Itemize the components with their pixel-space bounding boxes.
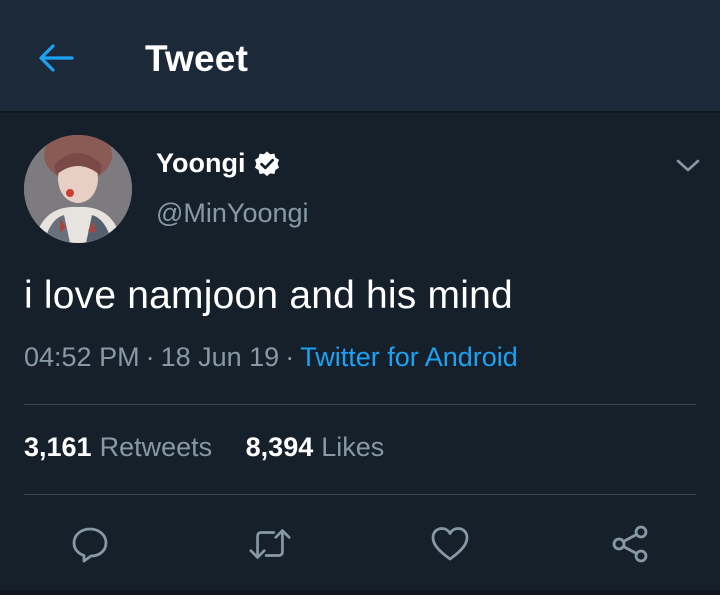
tweet-text: i love namjoon and his mind [24, 274, 513, 317]
like-button[interactable] [428, 522, 472, 566]
likes-stat[interactable]: 8,394 Likes [246, 432, 411, 462]
likes-count: 8,394 [245, 432, 314, 462]
divider [24, 404, 696, 405]
tweet-date: 18 Jun 19 [160, 342, 280, 372]
retweet-button[interactable] [248, 522, 292, 566]
reply-icon [72, 527, 108, 563]
tweet-detail-screen: Tweet Yoongi @MinYoongi i love namjoon a… [0, 0, 720, 595]
avatar[interactable] [24, 135, 132, 243]
display-name[interactable]: Yoongi [156, 148, 245, 179]
likes-label: Likes [321, 432, 385, 462]
reply-button[interactable] [68, 522, 112, 566]
more-options-button[interactable] [672, 150, 704, 182]
divider [24, 494, 696, 495]
tweet-stats: 3,161 Retweets 8,394 Likes [24, 432, 410, 463]
author-handle[interactable]: @MinYoongi [156, 198, 309, 229]
verified-badge-icon [253, 150, 281, 178]
page-title: Tweet [145, 38, 249, 79]
avatar-photo [24, 135, 132, 243]
tweet-metadata: 04:52 PM · 18 Jun 19 · Twitter for Android [24, 342, 518, 373]
back-button[interactable] [36, 38, 76, 78]
tweet-time: 04:52 PM [24, 342, 140, 372]
arrow-left-icon [39, 44, 74, 72]
tweet-source-link[interactable]: Twitter for Android [300, 342, 518, 372]
chevron-down-icon [676, 159, 700, 172]
retweet-icon [249, 529, 291, 559]
retweets-count: 3,161 [24, 432, 92, 462]
share-button[interactable] [608, 522, 652, 566]
retweets-label: Retweets [99, 432, 213, 462]
like-icon [431, 527, 469, 561]
bottom-divider [0, 590, 720, 595]
top-app-bar: Tweet [0, 0, 720, 113]
share-icon [612, 525, 648, 563]
retweets-stat[interactable]: 3,161 Retweets [24, 432, 246, 462]
meta-separator: · [285, 342, 295, 372]
author-name-row[interactable]: Yoongi [156, 148, 281, 179]
tweet-actions-bar [0, 516, 720, 572]
meta-separator: · [145, 342, 155, 372]
